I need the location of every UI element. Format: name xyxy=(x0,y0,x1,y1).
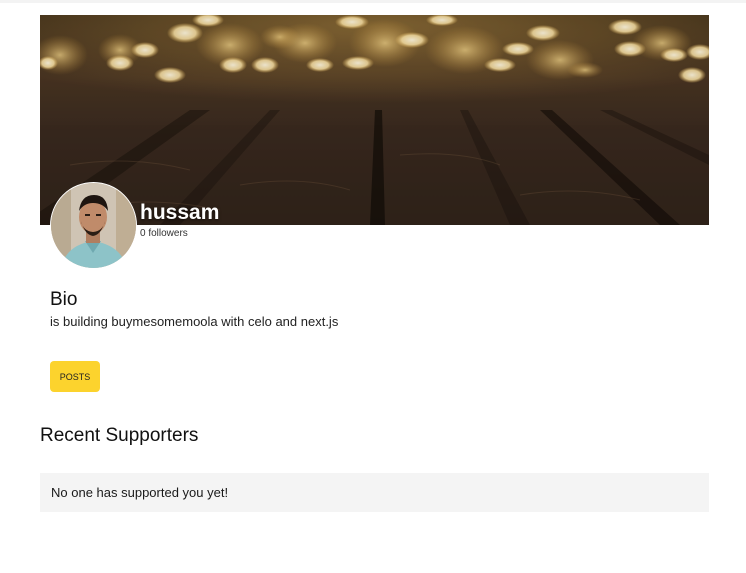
cover-image xyxy=(40,15,709,225)
bio-text: is building buymesomemoola with celo and… xyxy=(50,314,339,329)
followers-count: 0 followers xyxy=(140,228,188,239)
supporters-empty-message: No one has supported you yet! xyxy=(40,473,709,512)
bio-heading: Bio xyxy=(50,289,78,310)
posts-button[interactable]: Posts xyxy=(50,361,100,392)
top-strip xyxy=(0,0,746,3)
profile-username: hussam xyxy=(140,201,220,224)
recent-supporters-heading: Recent Supporters xyxy=(40,425,199,446)
avatar[interactable] xyxy=(50,182,137,269)
